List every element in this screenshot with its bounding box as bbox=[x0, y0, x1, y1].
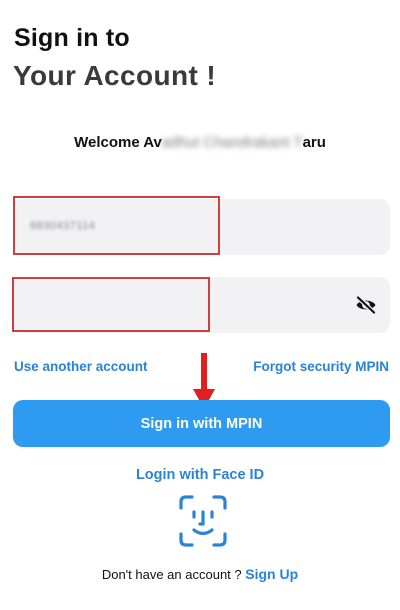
use-another-account-link[interactable]: Use another account bbox=[14, 359, 148, 374]
face-id-link-row: Login with Face ID bbox=[0, 466, 400, 484]
welcome-suffix: aru bbox=[302, 134, 326, 151]
sign-up-link[interactable]: Sign Up bbox=[245, 566, 298, 582]
page-title-line2: Your Account ! bbox=[13, 60, 217, 91]
forgot-mpin-link[interactable]: Forgot security MPIN bbox=[253, 359, 389, 374]
sign-in-with-mpin-button[interactable]: Sign in with MPIN bbox=[13, 400, 390, 447]
welcome-blurred-name: adhut Chandrakant T bbox=[161, 134, 303, 151]
signup-row: Don't have an account ? Sign Up bbox=[0, 566, 400, 582]
signup-prompt: Don't have an account ? bbox=[101, 567, 242, 582]
toggle-visibility-button[interactable] bbox=[354, 294, 378, 316]
welcome-message: Welcome Avadhut Chandrakant Taru bbox=[0, 134, 400, 151]
login-with-face-id-link[interactable]: Login with Face ID bbox=[136, 467, 264, 483]
eye-off-icon bbox=[355, 296, 377, 314]
mobile-field-highlight bbox=[13, 196, 220, 255]
page-title-line1: Sign in to bbox=[14, 24, 130, 52]
welcome-prefix: Welcome Av bbox=[74, 134, 162, 151]
mpin-field-highlight bbox=[12, 277, 210, 332]
face-id-icon[interactable] bbox=[178, 494, 228, 548]
